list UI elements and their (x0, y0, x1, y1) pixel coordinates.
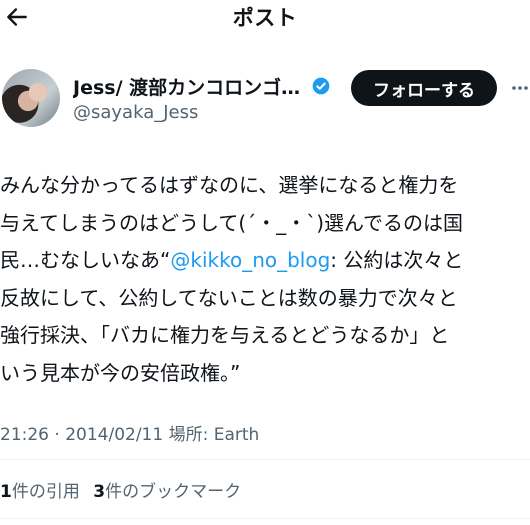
quotes-stat[interactable]: 1件の引用 (0, 482, 80, 502)
tweet-line: みんな分かってるはずなのに、選挙になると権力を (0, 173, 459, 197)
divider (0, 459, 530, 460)
bookmarks-count: 3 (93, 482, 106, 502)
mention-link[interactable]: @kikko_no_blog (170, 248, 330, 272)
tweet-text: みんな分かってるはずなのに、選挙になると権力を 与えてしまうのはどうして(´・_… (0, 167, 528, 392)
avatar[interactable] (2, 69, 60, 127)
author-handle[interactable]: @sayaka_Jess (73, 102, 198, 123)
bookmarks-stat[interactable]: 3件のブックマーク (93, 482, 241, 502)
quotes-count: 1 (0, 482, 12, 502)
quotes-label: 件の引用 (11, 482, 80, 502)
tweet-line: 反故にして、公約してないことは数の暴力で次々と (0, 285, 458, 310)
tweet-text-segment: 民…むなしいなあ“ (0, 248, 171, 272)
follow-button[interactable]: フォローする (351, 70, 497, 106)
bookmarks-label: 件のブックマーク (105, 482, 242, 502)
more-options-icon[interactable] (510, 78, 530, 98)
author-display-name[interactable]: Jess/ 渡部カンコロンゴ… (73, 73, 300, 100)
engagement-stats: 1件の引用 3件のブックマーク (0, 477, 249, 502)
tweet-line: いう見本が今の安倍政権。” (0, 360, 241, 385)
tweet-text-segment: : 公約は次々と (330, 248, 464, 272)
divider (0, 518, 530, 519)
verified-badge-icon (312, 77, 330, 95)
tweet-line: 与えてしまうのはどうして(´・_・`)選んでるのは国 (0, 210, 464, 235)
tweet-line: 強行採決、「バカに権力を与えるとどうなるか」と (0, 323, 450, 347)
tweet-timestamp[interactable]: 21:26 · 2014/02/11 場所: Earth (0, 420, 259, 445)
page-title: ポスト (232, 6, 298, 30)
top-bar: ポスト (0, 0, 530, 38)
tweet-line: 民…むなしいなあ“@kikko_no_blog: 公約は次々と (0, 242, 528, 280)
